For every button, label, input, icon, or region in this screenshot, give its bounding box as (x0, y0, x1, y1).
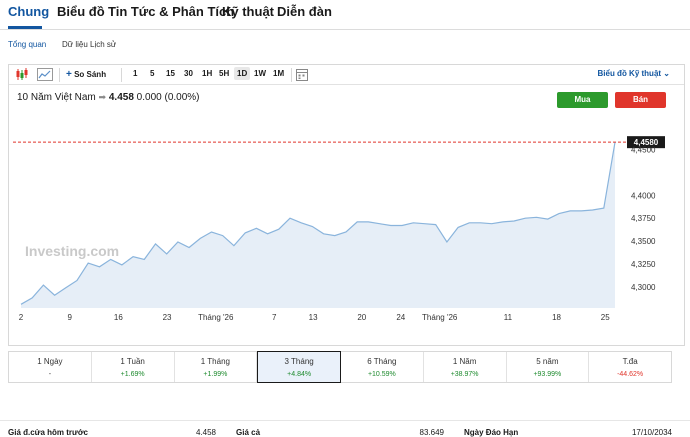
tab-bieu-do[interactable]: Biểu đồ (57, 4, 105, 19)
toolbar-divider (121, 68, 122, 82)
subtab-history[interactable]: Dữ liệu Lịch sử (62, 40, 116, 49)
x-tick-label: 7 (272, 313, 277, 322)
x-tick-label: 13 (309, 313, 318, 322)
y-tick-label: 4,3000 (631, 283, 656, 292)
period-7[interactable]: T.đa -44.62% (589, 352, 671, 382)
calendar-icon[interactable] (296, 68, 308, 86)
watermark: Investing.com (25, 243, 119, 259)
x-tick-label: 23 (163, 313, 172, 322)
period-change: +38.97% (450, 371, 479, 378)
tab-ky-thuat[interactable]: Kỹ thuật (222, 4, 274, 19)
chart-toolbar: + So Sánh 1 5 15 30 1H 5H 1D 1W 1M Biểu … (9, 65, 684, 85)
price-area (21, 142, 615, 308)
period-change: +93.99% (533, 371, 562, 378)
instrument-change: 0.000 (136, 92, 162, 103)
period-label: 1 Ngày (37, 357, 63, 366)
price-value: 83.649 (419, 428, 444, 437)
period-change: -44.62% (617, 371, 644, 378)
prev-close-label: Giá đ.cửa hôm trước (8, 428, 88, 437)
interval-1d[interactable]: 1D (234, 67, 251, 80)
interval-1w[interactable]: 1W (254, 69, 266, 78)
x-tick-label: 16 (114, 313, 123, 322)
period-1[interactable]: 1 Tuần +1.69% (92, 352, 175, 382)
x-tick-label: 25 (601, 313, 610, 322)
advanced-chart-label: Biểu đồ Kỹ thuật (597, 69, 662, 78)
x-tick-label: 18 (552, 313, 561, 322)
tab-tin-tuc[interactable]: Tin Tức & Phân Tích (108, 4, 234, 19)
period-label: 1 Năm (452, 357, 477, 366)
period-change: +10.59% (367, 371, 396, 378)
period-6[interactable]: 5 năm +93.99% (507, 352, 590, 382)
maturity-date-value: 17/10/2034 (631, 428, 672, 437)
interval-15[interactable]: 15 (166, 69, 175, 78)
interval-5[interactable]: 5 (150, 69, 154, 78)
chevron-down-icon: ⌄ (663, 69, 670, 78)
maturity-date-label: Ngày Đáo Hạn (464, 428, 519, 437)
interval-1h[interactable]: 1H (202, 69, 212, 78)
period-change: +4.84% (287, 371, 312, 378)
x-tick-label: Tháng '26 (422, 313, 458, 322)
period-label: 3 Tháng (284, 357, 314, 366)
footer-divider (0, 420, 690, 421)
period-label: T.đa (622, 357, 638, 366)
interval-1[interactable]: 1 (133, 69, 137, 78)
toolbar-divider (59, 68, 60, 82)
period-2[interactable]: 1 Tháng +1.99% (175, 352, 258, 382)
price-label: Giá cả (236, 428, 261, 437)
period-label: 6 Tháng (367, 357, 397, 366)
x-tick-label: 20 (357, 313, 366, 322)
period-change: +1.99% (203, 371, 228, 378)
period-5[interactable]: 1 Năm +38.97% (424, 352, 507, 382)
period-label: 1 Tháng (200, 357, 230, 366)
y-tick-label: 4,3750 (631, 214, 656, 223)
interval-5h[interactable]: 5H (219, 69, 229, 78)
tab-dien-dan[interactable]: Diễn đàn (277, 4, 332, 19)
price-chart[interactable]: Investing.com4,45804,45004,40004,37504,3… (9, 125, 684, 345)
x-tick-label: 24 (396, 313, 405, 322)
instrument-name: 10 Năm Việt Nam (17, 92, 96, 103)
instrument-price: 4.458 (108, 92, 134, 103)
plus-icon: + (66, 69, 72, 80)
period-change: - (48, 371, 52, 378)
y-tick-label: 4,3250 (631, 260, 656, 269)
x-tick-label: Tháng '26 (198, 313, 234, 322)
arrow-right-icon: ➡ (98, 92, 107, 102)
candlestick-icon[interactable] (15, 68, 29, 86)
advanced-chart-link[interactable]: Biểu đồ Kỹ thuật ⌄ (598, 69, 671, 78)
prev-close-value: 4.458 (195, 428, 216, 437)
interval-30[interactable]: 30 (184, 69, 193, 78)
instrument-change-pct: (0.00%) (164, 92, 200, 103)
compare-button[interactable]: + So Sánh (66, 69, 106, 80)
main-nav: Chung Biểu đồ Tin Tức & Phân Tích Kỹ thu… (0, 0, 690, 30)
period-4[interactable]: 6 Tháng +10.59% (341, 352, 424, 382)
buy-button[interactable]: Mua (557, 92, 608, 108)
period-change: +1.69% (120, 371, 145, 378)
subtab-overview[interactable]: Tổng quan (8, 40, 46, 49)
chart-panel: + So Sánh 1 5 15 30 1H 5H 1D 1W 1M Biểu … (8, 64, 685, 346)
interval-1m[interactable]: 1M (273, 69, 284, 78)
y-tick-label: 4,4000 (631, 191, 656, 200)
y-tick-label: 4,3500 (631, 237, 656, 246)
period-label: 1 Tuần (120, 357, 145, 366)
compare-label: So Sánh (74, 70, 107, 79)
area-chart-icon[interactable] (37, 68, 53, 86)
x-tick-label: 2 (19, 313, 24, 322)
x-tick-label: 11 (504, 313, 513, 322)
period-label: 5 năm (536, 357, 559, 366)
performance-periods: 1 Ngày - 1 Tuần +1.69% 1 Tháng +1.99% 3 Tháng +… (8, 351, 672, 383)
period-3[interactable]: 3 Tháng +4.84% (257, 351, 341, 383)
period-0[interactable]: 1 Ngày - (9, 352, 92, 382)
toolbar-divider (291, 68, 292, 82)
sell-button[interactable]: Bán (615, 92, 666, 108)
instrument-header: 10 Năm Việt Nam ➡ 4.458 0.000 (0.00%) (17, 92, 200, 103)
x-tick-label: 9 (67, 313, 72, 322)
tab-chung[interactable]: Chung (8, 4, 49, 19)
y-tick-label: 4,4500 (631, 145, 656, 154)
active-tab-indicator (8, 26, 42, 29)
